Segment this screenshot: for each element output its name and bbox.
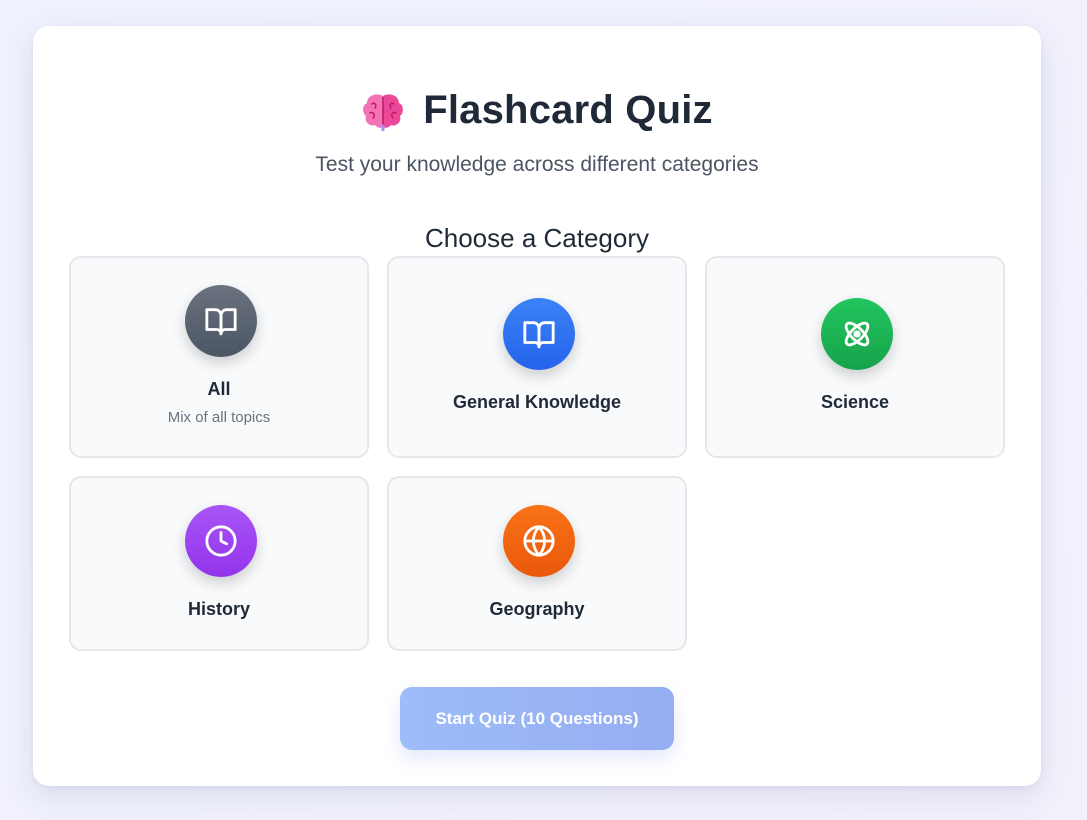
page-title: Flashcard Quiz [423, 88, 713, 132]
globe-icon [523, 525, 555, 557]
category-icon-circle [185, 505, 257, 577]
category-label: History [187, 599, 250, 619]
book-icon [205, 308, 237, 336]
atom-icon [844, 321, 870, 347]
category-description: Mix of all topics [167, 409, 271, 426]
category-icon-circle [185, 285, 257, 357]
category-label: Science [820, 392, 890, 412]
category-tile-geography[interactable]: Geography [387, 476, 687, 651]
category-tile-all[interactable]: All Mix of all topics [69, 256, 369, 458]
category-label: Geography [489, 599, 585, 619]
clock-icon [205, 525, 237, 557]
title-row: Flashcard Quiz [33, 88, 1041, 133]
category-icon-circle [503, 298, 575, 370]
category-label: General Knowledge [452, 392, 622, 412]
quiz-card: Flashcard Quiz Test your knowledge acros… [33, 26, 1041, 786]
category-icon-circle [503, 505, 575, 577]
book-icon [523, 321, 555, 349]
category-tile-science[interactable]: Science [705, 256, 1005, 458]
category-icon-circle [821, 298, 893, 370]
start-quiz-button[interactable]: Start Quiz (10 Questions) [400, 687, 674, 750]
category-tile-general-knowledge[interactable]: General Knowledge [387, 256, 687, 458]
page-subtitle: Test your knowledge across different cat… [315, 153, 759, 176]
section-title: Choose a Category [424, 223, 650, 253]
brain-icon [361, 91, 405, 131]
category-label: All [207, 379, 231, 399]
category-tile-history[interactable]: History [69, 476, 369, 651]
